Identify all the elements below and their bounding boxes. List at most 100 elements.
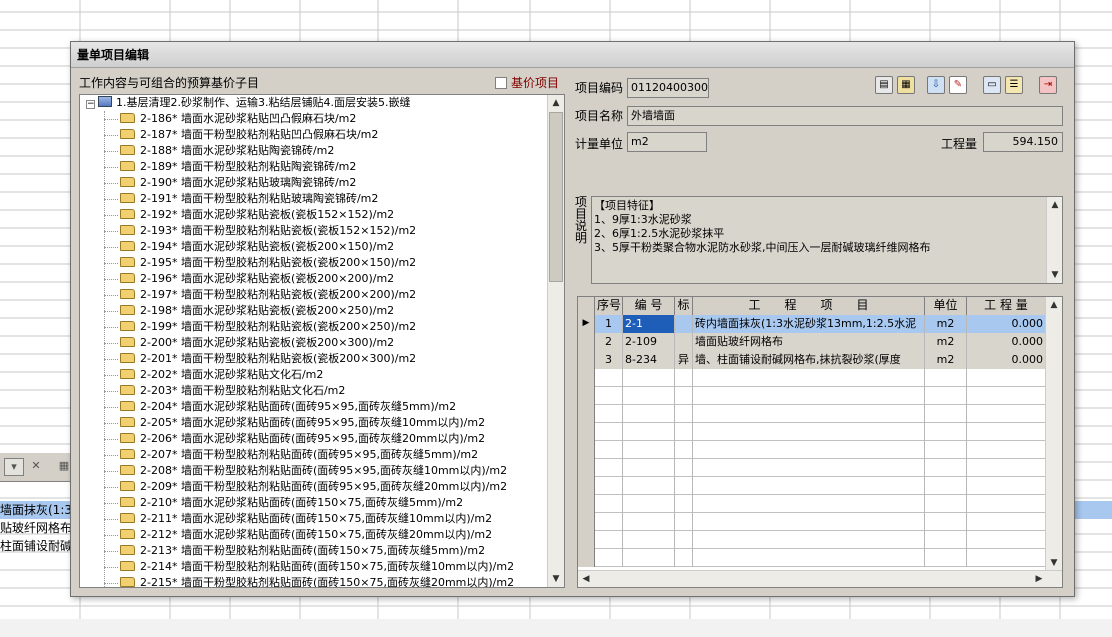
import-icon[interactable]: ⇩ (927, 76, 945, 94)
grid-cell-qty (967, 387, 1046, 405)
tree-item[interactable]: 2-212* 墙面水泥砂浆粘贴面砖(面砖150×75,面砖灰缝20mm以内)/m… (80, 527, 548, 543)
tree-item[interactable]: 2-208* 墙面干粉型胶粘剂粘贴面砖(面砖95×95,面砖灰缝10mm以内)/… (80, 463, 548, 479)
table-icon[interactable]: ▦ (897, 76, 915, 94)
tree-item[interactable]: 2-186* 墙面水泥砂浆粘贴凹凸假麻石块/m2 (80, 111, 548, 127)
tree-item-label: 2-198* 墙面水泥砂浆粘贴瓷板(瓷板200×250)/m2 (140, 304, 395, 317)
grid-header-cell[interactable]: 序号 (595, 297, 623, 315)
description-scrollbar[interactable]: ▲ ▼ (1046, 197, 1062, 283)
tree-item[interactable]: 2-189* 墙面干粉型胶粘剂粘贴陶瓷锦砖/m2 (80, 159, 548, 175)
tree-item[interactable]: 2-193* 墙面干粉型胶粘剂粘贴瓷板(瓷板152×152)/m2 (80, 223, 548, 239)
tree-item[interactable]: 2-207* 墙面干粉型胶粘剂粘贴面砖(面砖95×95,面砖灰缝5mm)/m2 (80, 447, 548, 463)
quota-grid[interactable]: 序号编 号标工 程 项 目单位工 程 量 ▶ 1 2-1 砖内墙面抹灰(1:3水泥砂浆1… (577, 296, 1063, 588)
grid-cell-unit[interactable]: m2 (925, 333, 967, 351)
scroll-right-icon[interactable]: ▶ (1031, 571, 1047, 587)
tree-item[interactable]: 2-203* 墙面干粉型胶粘剂粘贴文化石/m2 (80, 383, 548, 399)
tree-item-label: 2-197* 墙面干粉型胶粘剂粘贴瓷板(瓷板200×200)/m2 (140, 288, 417, 301)
grid-header-cell[interactable]: 标 (675, 297, 693, 315)
grid-cell-item[interactable]: 墙、柱面铺设耐碱网格布,抹抗裂砂浆(厚度 (693, 351, 925, 369)
tree-item[interactable]: 2-197* 墙面干粉型胶粘剂粘贴瓷板(瓷板200×200)/m2 (80, 287, 548, 303)
tree-item[interactable]: 2-190* 墙面水泥砂浆粘贴玻璃陶瓷锦砖/m2 (80, 175, 548, 191)
tree-item[interactable]: 2-188* 墙面水泥砂浆粘贴陶瓷锦砖/m2 (80, 143, 548, 159)
tree-item[interactable]: 2-213* 墙面干粉型胶粘剂粘贴面砖(面砖150×75,面砖灰缝5mm)/m2 (80, 543, 548, 559)
scroll-thumb[interactable] (549, 112, 563, 282)
description-field[interactable]: 【项目特征】 1、9厚1:3水泥砂浆 2、6厚1:2.5水泥砂浆抹平 3、5厚干… (591, 196, 1063, 284)
grid-cell-code[interactable]: 8-234 (623, 351, 675, 369)
grid-header-cell[interactable]: 单位 (925, 297, 967, 315)
table-row[interactable]: 2 2-109 墙面贴玻纤网格布 m2 0.000 (578, 333, 1046, 351)
tree-vertical-scrollbar[interactable]: ▲ ▼ (547, 95, 564, 587)
grid-cell-item[interactable]: 砖内墙面抹灰(1:3水泥砂浆13mm,1:2.5水泥 (693, 315, 925, 333)
tree-item[interactable]: 2-202* 墙面水泥砂浆粘贴文化石/m2 (80, 367, 548, 383)
grid-horizontal-scrollbar[interactable]: ◀ ▶ (578, 570, 1062, 587)
tree-item[interactable]: 2-192* 墙面水泥砂浆粘贴瓷板(瓷板152×152)/m2 (80, 207, 548, 223)
grid-icon[interactable]: ▦ (58, 458, 70, 476)
checkbox-icon[interactable] (495, 77, 507, 89)
item-code-field[interactable]: 011204003001 (627, 78, 709, 98)
grid-header-cell[interactable]: 工 程 量 (967, 297, 1046, 315)
grid-cell-item[interactable]: 墙面贴玻纤网格布 (693, 333, 925, 351)
grid-cell-qty[interactable]: 0.000 (967, 315, 1046, 333)
table-row[interactable]: ▶ 1 2-1 砖内墙面抹灰(1:3水泥砂浆13mm,1:2.5水泥 m2 0.000 (578, 315, 1046, 333)
dialog-title[interactable]: 量单项目编辑 (71, 42, 1074, 68)
tree-item[interactable]: 2-200* 墙面水泥砂浆粘贴瓷板(瓷板200×300)/m2 (80, 335, 548, 351)
grid-cell-flag[interactable] (675, 333, 693, 351)
window-icon[interactable]: ▭ (983, 76, 1001, 94)
base-price-checkbox[interactable]: 基价项目 (495, 74, 559, 92)
grid-cell-unit (925, 459, 967, 477)
tree-item[interactable]: 2-206* 墙面水泥砂浆粘贴面砖(面砖95×95,面砖灰缝20mm以内)/m2 (80, 431, 548, 447)
edit-icon[interactable]: ✎ (949, 76, 967, 94)
scroll-up-icon[interactable]: ▲ (548, 95, 564, 111)
scroll-up-icon[interactable]: ▲ (1046, 297, 1062, 313)
table-row[interactable]: 3 8-234 异墙、柱面铺设耐碱网格布,抹抗裂砂浆(厚度 m2 0.000 (578, 351, 1046, 369)
grid-header-cell[interactable]: 编 号 (623, 297, 675, 315)
tree-item[interactable]: 2-194* 墙面水泥砂浆粘贴瓷板(瓷板200×150)/m2 (80, 239, 548, 255)
exit-icon[interactable]: ⇥ (1039, 76, 1057, 94)
grid-header-cell[interactable]: 工 程 项 目 (693, 297, 925, 315)
item-name-field[interactable]: 外墙墙面 (627, 106, 1063, 126)
tree-item[interactable]: 2-205* 墙面水泥砂浆粘贴面砖(面砖95×95,面砖灰缝10mm以内)/m2 (80, 415, 548, 431)
scroll-left-icon[interactable]: ◀ (578, 571, 594, 587)
calculator-icon[interactable]: ▤ (875, 76, 893, 94)
quantity-field[interactable]: 594.150 (983, 132, 1063, 152)
grid-cell-unit[interactable]: m2 (925, 315, 967, 333)
grid-cell-qty[interactable]: 0.000 (967, 351, 1046, 369)
tree-item[interactable]: 2-211* 墙面水泥砂浆粘贴面砖(面砖150×75,面砖灰缝10mm以内)/m… (80, 511, 548, 527)
tree-item[interactable]: 2-210* 墙面水泥砂浆粘贴面砖(面砖150×75,面砖灰缝5mm)/m2 (80, 495, 548, 511)
grid-cell-no[interactable]: 3 (595, 351, 623, 369)
grid-cell-no (595, 405, 623, 423)
tree-item[interactable]: 2-204* 墙面水泥砂浆粘贴面砖(面砖95×95,面砖灰缝5mm)/m2 (80, 399, 548, 415)
grid-cell-qty[interactable]: 0.000 (967, 333, 1046, 351)
scroll-down-icon[interactable]: ▼ (1046, 555, 1062, 571)
tree-item[interactable]: 2-209* 墙面干粉型胶粘剂粘贴面砖(面砖95×95,面砖灰缝20mm以内)/… (80, 479, 548, 495)
grid-cell-code[interactable]: 2-109 (623, 333, 675, 351)
grid-cell-code[interactable]: 2-1 (623, 315, 675, 333)
grid-cell-flag[interactable]: 异 (675, 351, 693, 369)
folder-icon (120, 129, 135, 139)
tree-item[interactable]: 2-195* 墙面干粉型胶粘剂粘贴瓷板(瓷板200×150)/m2 (80, 255, 548, 271)
grid-vertical-scrollbar[interactable]: ▲ ▼ (1045, 297, 1062, 571)
tree-item-label: 2-201* 墙面干粉型胶粘剂粘贴瓷板(瓷板200×300)/m2 (140, 352, 417, 365)
dropdown-icon[interactable]: ▾ (4, 458, 24, 476)
tree-item[interactable]: 2-199* 墙面干粉型胶粘剂粘贴瓷板(瓷板200×250)/m2 (80, 319, 548, 335)
tree-item[interactable]: 2-191* 墙面干粉型胶粘剂粘贴玻璃陶瓷锦砖/m2 (80, 191, 548, 207)
grid-cell-unit[interactable]: m2 (925, 351, 967, 369)
scroll-down-icon[interactable]: ▼ (1047, 267, 1062, 283)
tree-item[interactable]: 2-215* 墙面干粉型胶粘剂粘贴面砖(面砖150×75,面砖灰缝20mm以内)… (80, 575, 548, 587)
grid-cell-no[interactable]: 2 (595, 333, 623, 351)
grid-cell-flag[interactable] (675, 315, 693, 333)
tree-item[interactable]: 2-196* 墙面水泥砂浆粘贴瓷板(瓷板200×200)/m2 (80, 271, 548, 287)
tree-item[interactable]: 2-201* 墙面干粉型胶粘剂粘贴瓷板(瓷板200×300)/m2 (80, 351, 548, 367)
tree-item[interactable]: 2-187* 墙面干粉型胶粘剂粘贴凹凸假麻石块/m2 (80, 127, 548, 143)
collapse-icon[interactable]: − (86, 100, 95, 109)
list-icon[interactable]: ☰ (1005, 76, 1023, 94)
delete-icon[interactable]: ✕ (26, 458, 46, 476)
tree-item-label: 2-211* 墙面水泥砂浆粘贴面砖(面砖150×75,面砖灰缝10mm以内)/m… (140, 512, 493, 525)
tree-item[interactable]: 2-214* 墙面干粉型胶粘剂粘贴面砖(面砖150×75,面砖灰缝10mm以内)… (80, 559, 548, 575)
unit-field[interactable]: m2 (627, 132, 707, 152)
quota-tree[interactable]: − 1.基层清理2.砂浆制作、运输3.粘结层铺贴4.面层安装5.嵌缝 2-186*… (79, 94, 565, 588)
grid-cell-no[interactable]: 1 (595, 315, 623, 333)
scroll-up-icon[interactable]: ▲ (1047, 197, 1062, 213)
tree-root-item[interactable]: − 1.基层清理2.砂浆制作、运输3.粘结层铺贴4.面层安装5.嵌缝 (80, 95, 548, 111)
tree-item[interactable]: 2-198* 墙面水泥砂浆粘贴瓷板(瓷板200×250)/m2 (80, 303, 548, 319)
scroll-down-icon[interactable]: ▼ (548, 571, 564, 587)
